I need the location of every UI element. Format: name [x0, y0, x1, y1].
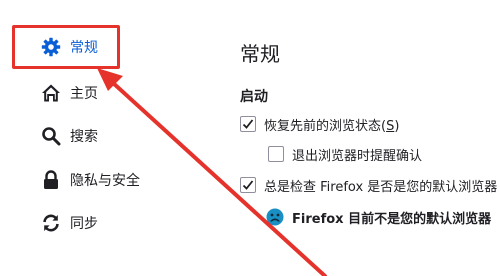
sidebar: 常规 主页 搜索 隐私与安全 同步	[0, 0, 200, 276]
warn-on-quit-checkbox[interactable]	[268, 146, 284, 162]
sidebar-item-label: 主页	[70, 86, 98, 102]
check-default-browser-label: 总是检查 Firefox 是否是您的默认浏览器	[264, 179, 498, 195]
sad-face-icon	[266, 208, 284, 226]
default-browser-status-text: Firefox 目前不是您的默认浏览器	[292, 211, 492, 227]
sidebar-item-search[interactable]: 搜索	[40, 121, 98, 151]
check-default-browser-option[interactable]: 总是检查 Firefox 是否是您的默认浏览器	[240, 174, 497, 196]
restore-session-option[interactable]: 恢复先前的浏览状态(S)	[240, 113, 399, 135]
warn-on-quit-label: 退出浏览器时提醒确认	[292, 148, 423, 164]
general-pane: 常规 启动 恢复先前的浏览状态(S) 退出浏览器时提醒确认 总是检查 Firef…	[240, 0, 500, 276]
default-browser-status: Firefox 目前不是您的默认浏览器	[266, 206, 491, 228]
checkmark-icon	[242, 180, 254, 190]
home-icon	[40, 82, 62, 104]
warn-on-quit-option[interactable]: 退出浏览器时提醒确认	[268, 143, 422, 165]
restore-session-checkbox[interactable]	[240, 116, 256, 132]
sidebar-item-privacy[interactable]: 隐私与安全	[40, 165, 140, 195]
sidebar-item-label: 同步	[70, 216, 98, 232]
sidebar-item-home[interactable]: 主页	[40, 78, 98, 108]
restore-session-label: 恢复先前的浏览状态(S)	[264, 118, 400, 134]
search-icon	[40, 125, 62, 147]
checkmark-icon	[242, 119, 254, 129]
sidebar-item-label: 搜索	[70, 129, 98, 145]
sync-icon	[40, 212, 62, 234]
sidebar-item-sync[interactable]: 同步	[40, 208, 98, 238]
check-default-browser-checkbox[interactable]	[240, 177, 256, 193]
lock-icon	[40, 169, 62, 191]
highlight-box	[12, 25, 120, 69]
sidebar-item-label: 隐私与安全	[70, 173, 140, 189]
page-title: 常规	[240, 42, 280, 66]
startup-heading: 启动	[240, 89, 268, 105]
